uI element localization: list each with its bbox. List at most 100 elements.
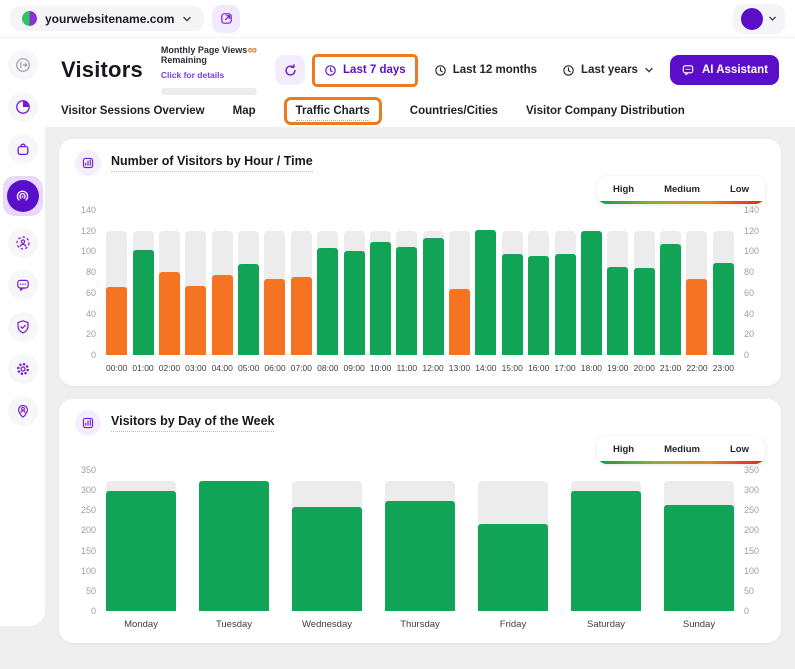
bar[interactable] xyxy=(607,267,628,355)
bar[interactable] xyxy=(528,256,549,355)
bar[interactable] xyxy=(478,524,548,611)
x-tick-label: 01:00 xyxy=(132,363,153,373)
open-website-button[interactable] xyxy=(212,5,240,33)
sidebar-item-visitors[interactable] xyxy=(7,180,39,212)
bar[interactable] xyxy=(133,250,154,355)
bar[interactable] xyxy=(502,254,523,356)
bar[interactable] xyxy=(449,289,470,355)
tab-traffic-charts[interactable]: Traffic Charts xyxy=(296,105,370,117)
bar[interactable] xyxy=(212,275,233,355)
y-axis-left: 050100150200250300350 xyxy=(75,470,101,611)
bar-group: Saturday xyxy=(571,470,641,630)
y-tick-label: 140 xyxy=(81,205,96,215)
sidebar-item-audience[interactable] xyxy=(8,228,38,258)
website-selector[interactable]: yourwebsitename.com xyxy=(10,6,204,31)
ai-assistant-button[interactable]: AI Assistant xyxy=(670,55,779,85)
bar[interactable] xyxy=(106,491,176,611)
bar[interactable] xyxy=(686,279,707,355)
pie-chart-icon xyxy=(15,99,31,115)
chat-icon xyxy=(15,277,31,293)
bar[interactable] xyxy=(292,507,362,611)
bar-stack xyxy=(449,210,470,355)
x-tick-label: 07:00 xyxy=(291,363,312,373)
bar[interactable] xyxy=(664,505,734,611)
y-tick-label: 0 xyxy=(91,606,96,616)
bar[interactable] xyxy=(571,491,641,611)
legend-high: High xyxy=(613,444,634,455)
filter-last-7-days[interactable]: Last 7 days xyxy=(315,57,415,84)
bar-stack xyxy=(370,210,391,355)
bar[interactable] xyxy=(370,242,391,355)
sidebar-item-location[interactable] xyxy=(8,396,38,426)
card-visitors-by-hour: Number of Visitors by Hour / Time High M… xyxy=(59,139,781,386)
tab-map[interactable]: Map xyxy=(233,105,256,117)
y-tick-label: 40 xyxy=(86,309,96,319)
quota-details-link[interactable]: Click for details xyxy=(161,70,224,80)
bar-group: 17:00 xyxy=(554,210,575,373)
bar-stack xyxy=(291,210,312,355)
x-tick-label: 15:00 xyxy=(502,363,523,373)
bar-stack xyxy=(317,210,338,355)
bar[interactable] xyxy=(423,238,444,355)
y-tick-label: 300 xyxy=(744,485,759,495)
bar[interactable] xyxy=(264,279,285,355)
legend-gradient-bar xyxy=(598,201,764,204)
bar[interactable] xyxy=(159,272,180,355)
bar[interactable] xyxy=(475,230,496,355)
bar[interactable] xyxy=(291,277,312,355)
x-tick-label: 18:00 xyxy=(581,363,602,373)
bar-group: 23:00 xyxy=(713,210,734,373)
sidebar-item-orders[interactable] xyxy=(8,134,38,164)
sidebar xyxy=(0,38,45,626)
sidebar-item-chat[interactable] xyxy=(8,270,38,300)
x-tick-label: Saturday xyxy=(587,619,625,630)
refresh-button[interactable] xyxy=(275,55,305,85)
external-link-icon xyxy=(219,11,234,26)
bar-stack xyxy=(292,470,362,611)
x-tick-label: Tuesday xyxy=(216,619,252,630)
x-tick-label: Thursday xyxy=(400,619,440,630)
bar-stack xyxy=(571,470,641,611)
bar[interactable] xyxy=(581,231,602,355)
sidebar-item-security[interactable] xyxy=(8,312,38,342)
bar[interactable] xyxy=(396,247,417,355)
x-tick-label: 14:00 xyxy=(475,363,496,373)
legend-medium: Medium xyxy=(664,184,700,195)
bar-stack xyxy=(133,210,154,355)
bar[interactable] xyxy=(185,286,206,355)
filter-last-years[interactable]: Last years xyxy=(553,57,663,84)
page-header: Visitors Monthly Page Views Remaining Cl… xyxy=(45,38,795,97)
bar[interactable] xyxy=(238,264,259,355)
y-tick-label: 50 xyxy=(86,586,96,596)
content-area: Number of Visitors by Hour / Time High M… xyxy=(45,127,795,669)
card-visitors-by-day: Visitors by Day of the Week High Medium … xyxy=(59,399,781,643)
bar-stack xyxy=(264,210,285,355)
sidebar-item-analytics[interactable] xyxy=(8,92,38,122)
tab-visitor-company-distribution[interactable]: Visitor Company Distribution xyxy=(526,105,685,117)
sidebar-item-settings[interactable] xyxy=(8,354,38,384)
tab-countries-cities[interactable]: Countries/Cities xyxy=(410,105,498,117)
bar[interactable] xyxy=(344,251,365,355)
filter-last-12-months[interactable]: Last 12 months xyxy=(425,57,546,84)
bar[interactable] xyxy=(106,287,127,355)
bar-stack xyxy=(581,210,602,355)
user-menu[interactable] xyxy=(733,4,785,34)
y-tick-label: 0 xyxy=(744,606,749,616)
bar-stack xyxy=(212,210,233,355)
bar-stack xyxy=(713,210,734,355)
bar[interactable] xyxy=(199,481,269,611)
bag-icon xyxy=(15,141,31,157)
tab-visitor-sessions-overview[interactable]: Visitor Sessions Overview xyxy=(61,105,205,117)
ai-chat-icon xyxy=(681,63,695,77)
bar[interactable] xyxy=(555,254,576,356)
bar[interactable] xyxy=(660,244,681,355)
sidebar-item-collapse[interactable] xyxy=(8,50,38,80)
quota-progress-bar xyxy=(161,88,257,95)
clock-icon xyxy=(324,64,337,77)
bar[interactable] xyxy=(317,248,338,355)
bar-group: Thursday xyxy=(385,470,455,630)
y-tick-label: 120 xyxy=(81,226,96,236)
bar[interactable] xyxy=(634,268,655,355)
bar[interactable] xyxy=(713,263,734,355)
bar[interactable] xyxy=(385,501,455,611)
